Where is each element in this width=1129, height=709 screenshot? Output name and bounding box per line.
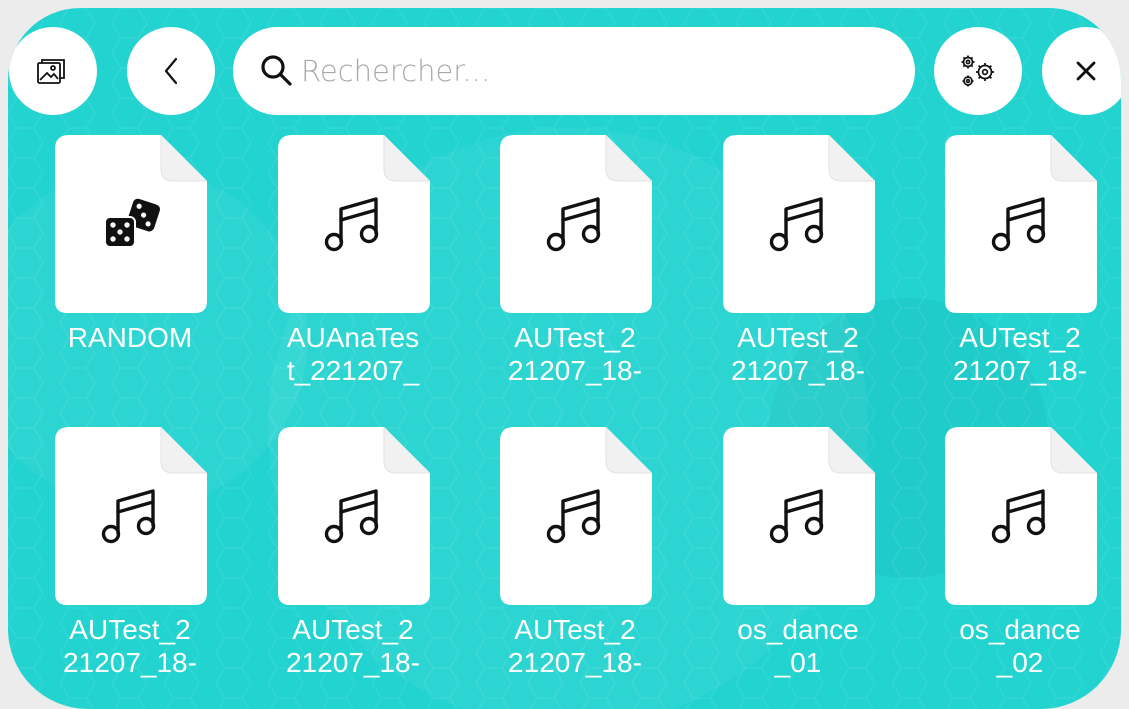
file-card: [55, 427, 207, 605]
dice-icon: [55, 135, 207, 313]
file-tile[interactable]: AUTest_2 21207_18-: [253, 427, 453, 707]
file-name-line1: AUAnaTes: [286, 322, 420, 353]
file-tile[interactable]: AUTest_2 21207_18-: [30, 427, 230, 707]
file-name: AUTest_2 21207_18-: [30, 613, 230, 679]
file-name-line1: RANDOM: [67, 322, 193, 353]
music-note-icon: [723, 427, 875, 605]
music-note-icon: [500, 427, 652, 605]
file-name: AUTest_2 21207_18-: [253, 613, 453, 679]
file-tile[interactable]: AUTest_2 21207_18-: [475, 135, 675, 415]
file-name-line1: AUTest_2: [737, 322, 859, 353]
file-name-line1: AUTest_2: [514, 322, 636, 353]
file-name-line2: 21207_18-: [508, 355, 642, 386]
file-name-line1: AUTest_2: [514, 614, 636, 645]
file-card: [500, 427, 652, 605]
file-tile[interactable]: os_dance _01: [698, 427, 898, 707]
file-name: AUAnaTes t_221207_: [253, 321, 453, 387]
file-card: [945, 135, 1097, 313]
app-screen: RANDOM AUAnaTes t_221207_ AUTest_2 21207…: [8, 8, 1121, 709]
file-name: AUTest_2 21207_18-: [475, 613, 675, 679]
file-name-line2: 21207_18-: [286, 647, 420, 678]
music-note-icon: [278, 135, 430, 313]
file-name-line1: os_dance: [737, 614, 859, 645]
file-name-line1: os_dance: [959, 614, 1081, 645]
file-name-line1: AUTest_2: [292, 614, 414, 645]
file-name-line2: 21207_18-: [953, 355, 1087, 386]
file-name: AUTest_2 21207_18-: [920, 321, 1120, 387]
file-name: AUTest_2 21207_18-: [698, 321, 898, 387]
file-name: AUTest_2 21207_18-: [475, 321, 675, 387]
file-name-line2: t_221207_: [286, 355, 420, 386]
file-card: [278, 135, 430, 313]
music-note-icon: [55, 427, 207, 605]
file-card: [723, 427, 875, 605]
file-card: [945, 427, 1097, 605]
file-card: [500, 135, 652, 313]
file-card: [278, 427, 430, 605]
file-tile[interactable]: os_dance _02: [920, 427, 1120, 707]
file-tile[interactable]: AUTest_2 21207_18-: [475, 427, 675, 707]
file-card: [723, 135, 875, 313]
file-name-line2: 21207_18-: [508, 647, 642, 678]
file-name: os_dance _02: [920, 613, 1120, 679]
file-name: os_dance _01: [698, 613, 898, 679]
file-name-line2: 21207_18-: [63, 647, 197, 678]
music-note-icon: [500, 135, 652, 313]
file-tile[interactable]: AUAnaTes t_221207_: [253, 135, 453, 415]
music-note-icon: [723, 135, 875, 313]
file-name-line2: 21207_18-: [731, 355, 865, 386]
file-name-line2: _02: [996, 647, 1044, 678]
file-name: RANDOM: [30, 321, 230, 354]
file-tile[interactable]: AUTest_2 21207_18-: [698, 135, 898, 415]
music-note-icon: [278, 427, 430, 605]
file-card: [55, 135, 207, 313]
file-tile[interactable]: RANDOM: [30, 135, 230, 415]
music-note-icon: [945, 427, 1097, 605]
file-tile[interactable]: AUTest_2 21207_18-: [920, 135, 1120, 415]
file-name-line2: _01: [774, 647, 822, 678]
file-name-line1: AUTest_2: [959, 322, 1081, 353]
file-name-line1: AUTest_2: [69, 614, 191, 645]
file-grid: RANDOM AUAnaTes t_221207_ AUTest_2 21207…: [8, 8, 1121, 709]
music-note-icon: [945, 135, 1097, 313]
